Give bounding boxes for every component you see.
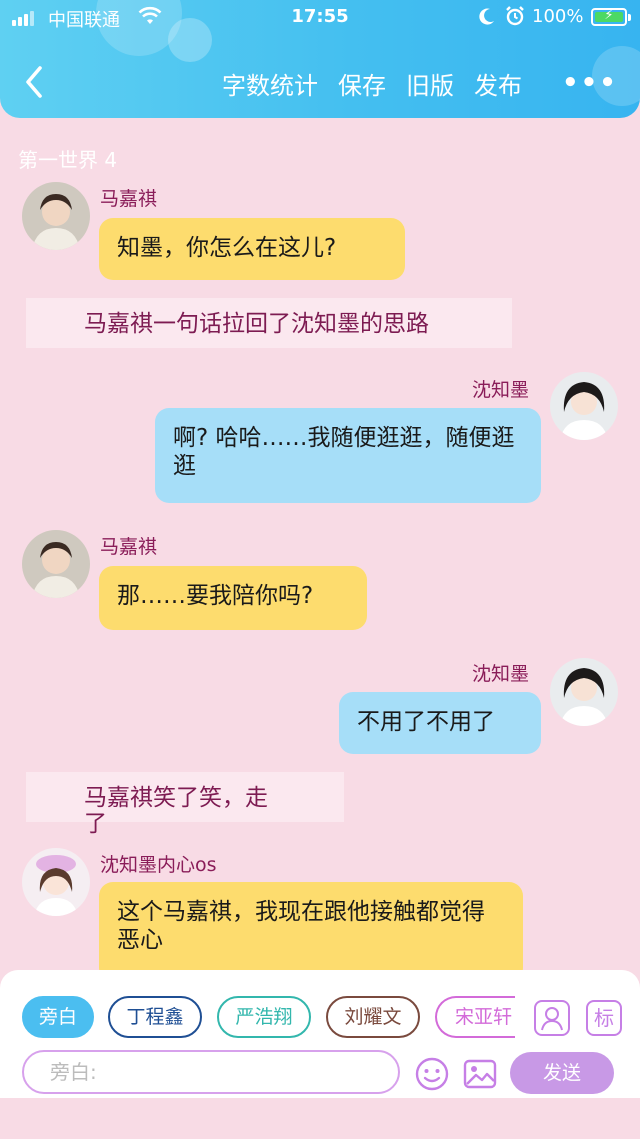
chapter-title: 第一世界 4 <box>18 148 118 172</box>
compose-panel: 旁白 丁程鑫 严浩翔 刘耀文 宋亚轩 标 旁白: 发送 <box>0 970 640 1098</box>
word-count-button[interactable]: 字数统计 <box>222 66 318 101</box>
avatar[interactable] <box>22 530 90 598</box>
speaker-name: 沈知墨 <box>472 663 530 685</box>
message-bubble[interactable]: 不用了不用了 <box>339 692 541 754</box>
back-button[interactable] <box>22 64 46 100</box>
battery-percent: 100% <box>532 6 584 27</box>
emoji-button[interactable] <box>414 1056 450 1092</box>
battery-icon: ⚡ <box>591 8 631 26</box>
chevron-left-icon <box>26 66 42 98</box>
speaker-name: 沈知墨内心os <box>100 854 217 876</box>
send-button[interactable]: 发送 <box>510 1052 614 1094</box>
character-manage-button[interactable] <box>534 1000 570 1036</box>
tag-button[interactable]: 标 <box>586 1000 622 1036</box>
message-bubble[interactable]: 知墨，你怎么在这儿? <box>99 218 405 280</box>
person-icon <box>541 1007 563 1031</box>
avatar[interactable] <box>550 658 618 726</box>
message-bubble[interactable]: 啊? 哈哈……我随便逛逛，随便逛逛 <box>155 408 541 503</box>
message-input[interactable]: 旁白: <box>22 1050 400 1094</box>
header-actions: 字数统计 保存 旧版 发布 <box>222 66 542 101</box>
header: 中国联通 17:55 100% ⚡ 字数统计 保存 旧版 发布 ••• <box>0 0 640 118</box>
save-button[interactable]: 保存 <box>338 66 386 101</box>
moon-icon <box>478 6 496 31</box>
narration-text[interactable]: 马嘉祺一句话拉回了沈知墨的思路 <box>26 298 512 348</box>
message-bubble[interactable]: 那……要我陪你吗? <box>99 566 367 630</box>
image-button[interactable] <box>462 1056 498 1092</box>
image-icon <box>463 1059 497 1089</box>
character-tab-narration[interactable]: 旁白 <box>22 996 94 1038</box>
speaker-name: 沈知墨 <box>472 379 530 401</box>
character-tab-yan[interactable]: 严浩翔 <box>217 996 311 1038</box>
alarm-icon <box>505 5 525 32</box>
character-tab-ding[interactable]: 丁程鑫 <box>108 996 202 1038</box>
speaker-name: 马嘉祺 <box>100 188 158 208</box>
status-bar: 中国联通 17:55 100% ⚡ <box>0 0 640 36</box>
avatar[interactable] <box>22 182 90 250</box>
message-bubble[interactable]: 这个马嘉祺，我现在跟他接触都觉得恶心 <box>99 882 523 982</box>
more-options-button[interactable]: ••• <box>562 68 618 98</box>
avatar[interactable] <box>550 372 618 440</box>
character-tab-liu[interactable]: 刘耀文 <box>326 996 420 1038</box>
speaker-name: 马嘉祺 <box>100 536 158 558</box>
publish-button[interactable]: 发布 <box>474 66 522 101</box>
narration-text[interactable]: 马嘉祺笑了笑，走了 <box>26 772 344 837</box>
character-tab-song[interactable]: 宋亚轩 <box>435 996 515 1038</box>
old-version-button[interactable]: 旧版 <box>406 66 454 101</box>
avatar[interactable] <box>22 848 90 916</box>
smiley-icon <box>415 1057 449 1091</box>
